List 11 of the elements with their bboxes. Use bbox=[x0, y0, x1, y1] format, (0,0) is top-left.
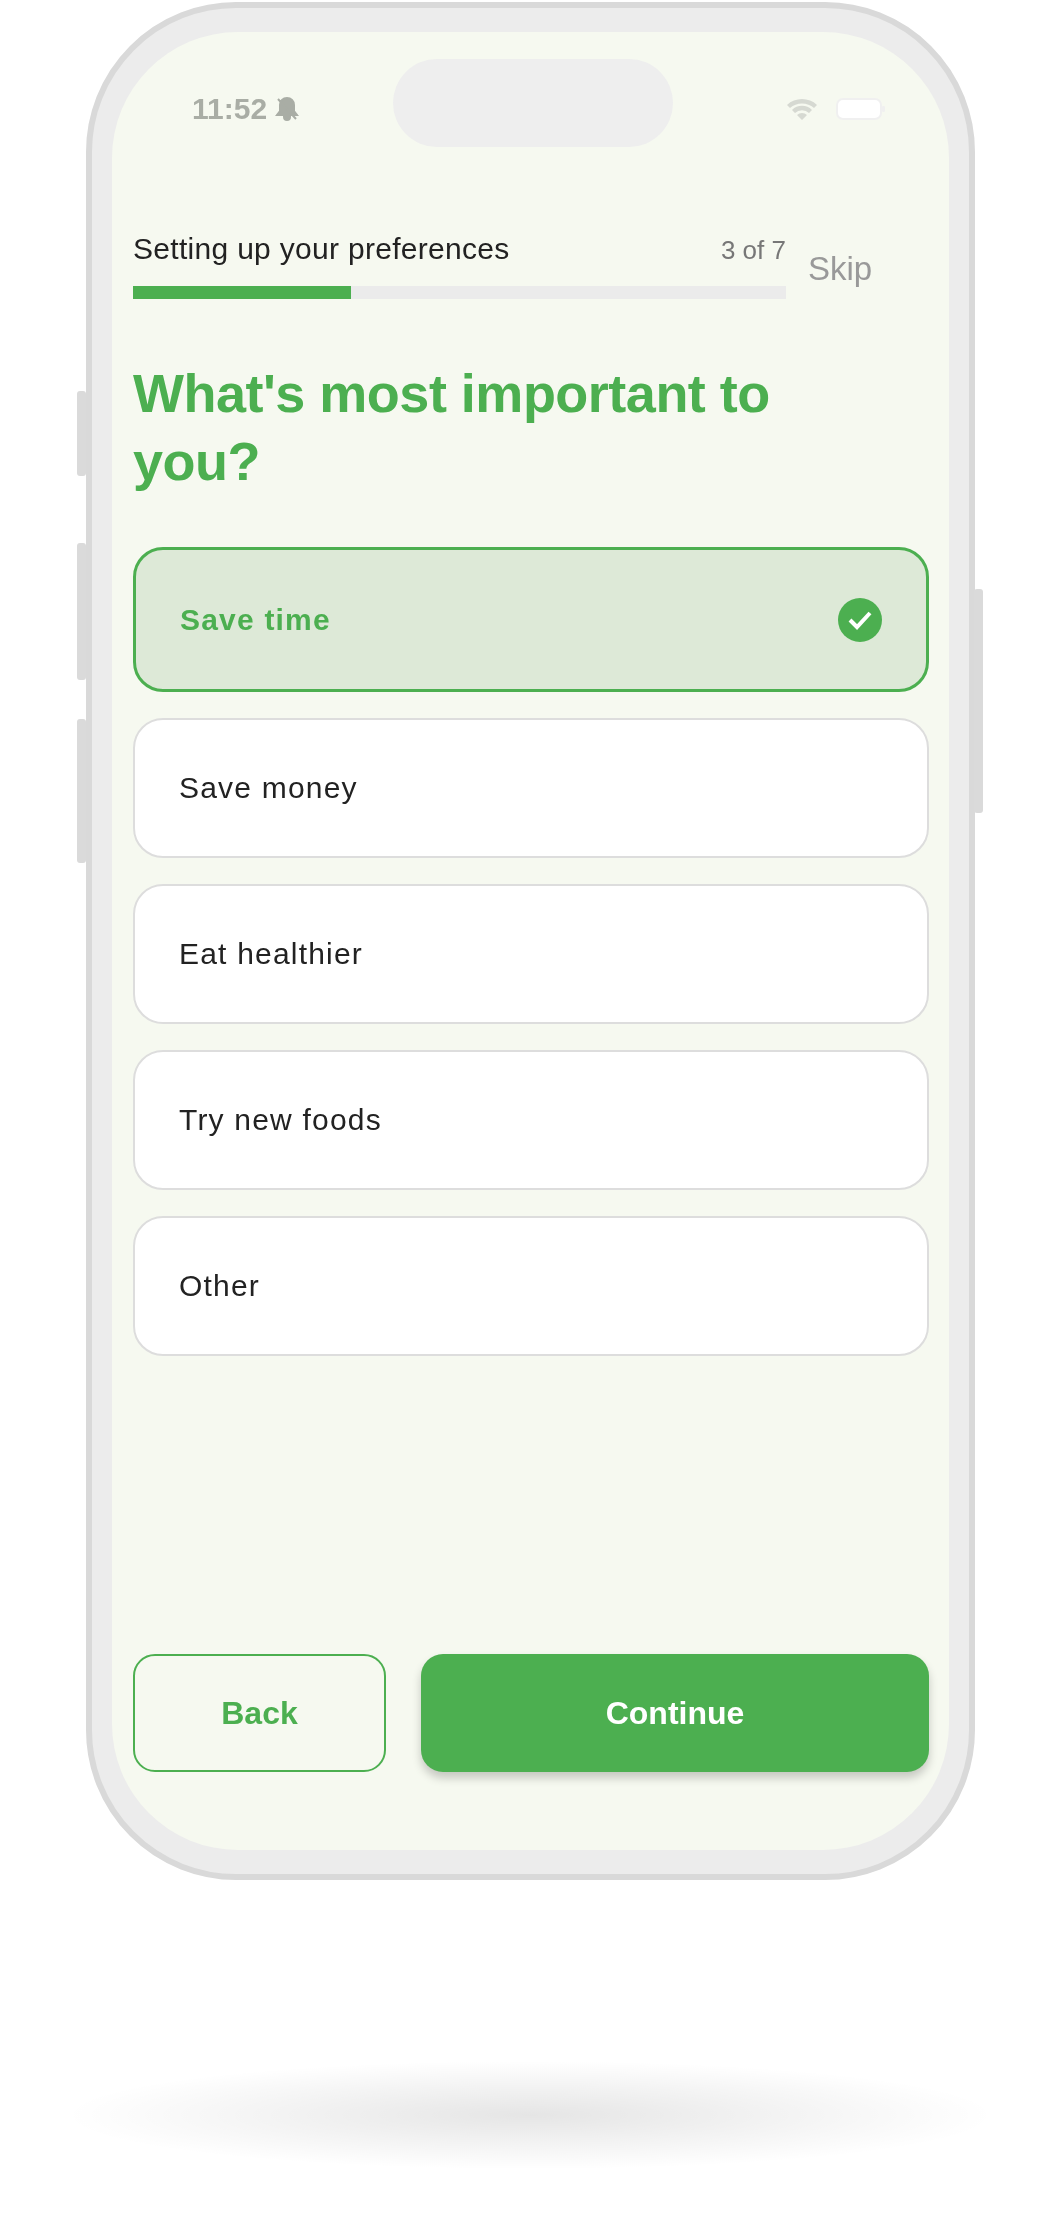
check-icon bbox=[837, 596, 883, 643]
status-time: 11:52 bbox=[192, 92, 268, 126]
question-heading: What's most important to you? bbox=[133, 362, 771, 493]
bell-icon bbox=[275, 96, 300, 122]
step-counter: 3 of 7 bbox=[720, 235, 786, 266]
option-button[interactable]: Save money bbox=[133, 718, 929, 858]
option-button[interactable]: Other bbox=[133, 1216, 929, 1356]
onboarding-title: Setting up your preferences bbox=[133, 232, 510, 266]
option-button[interactable]: Eat healthier bbox=[133, 884, 929, 1024]
option-button[interactable]: Try new foods bbox=[133, 1050, 929, 1190]
wifi-icon bbox=[785, 96, 819, 122]
